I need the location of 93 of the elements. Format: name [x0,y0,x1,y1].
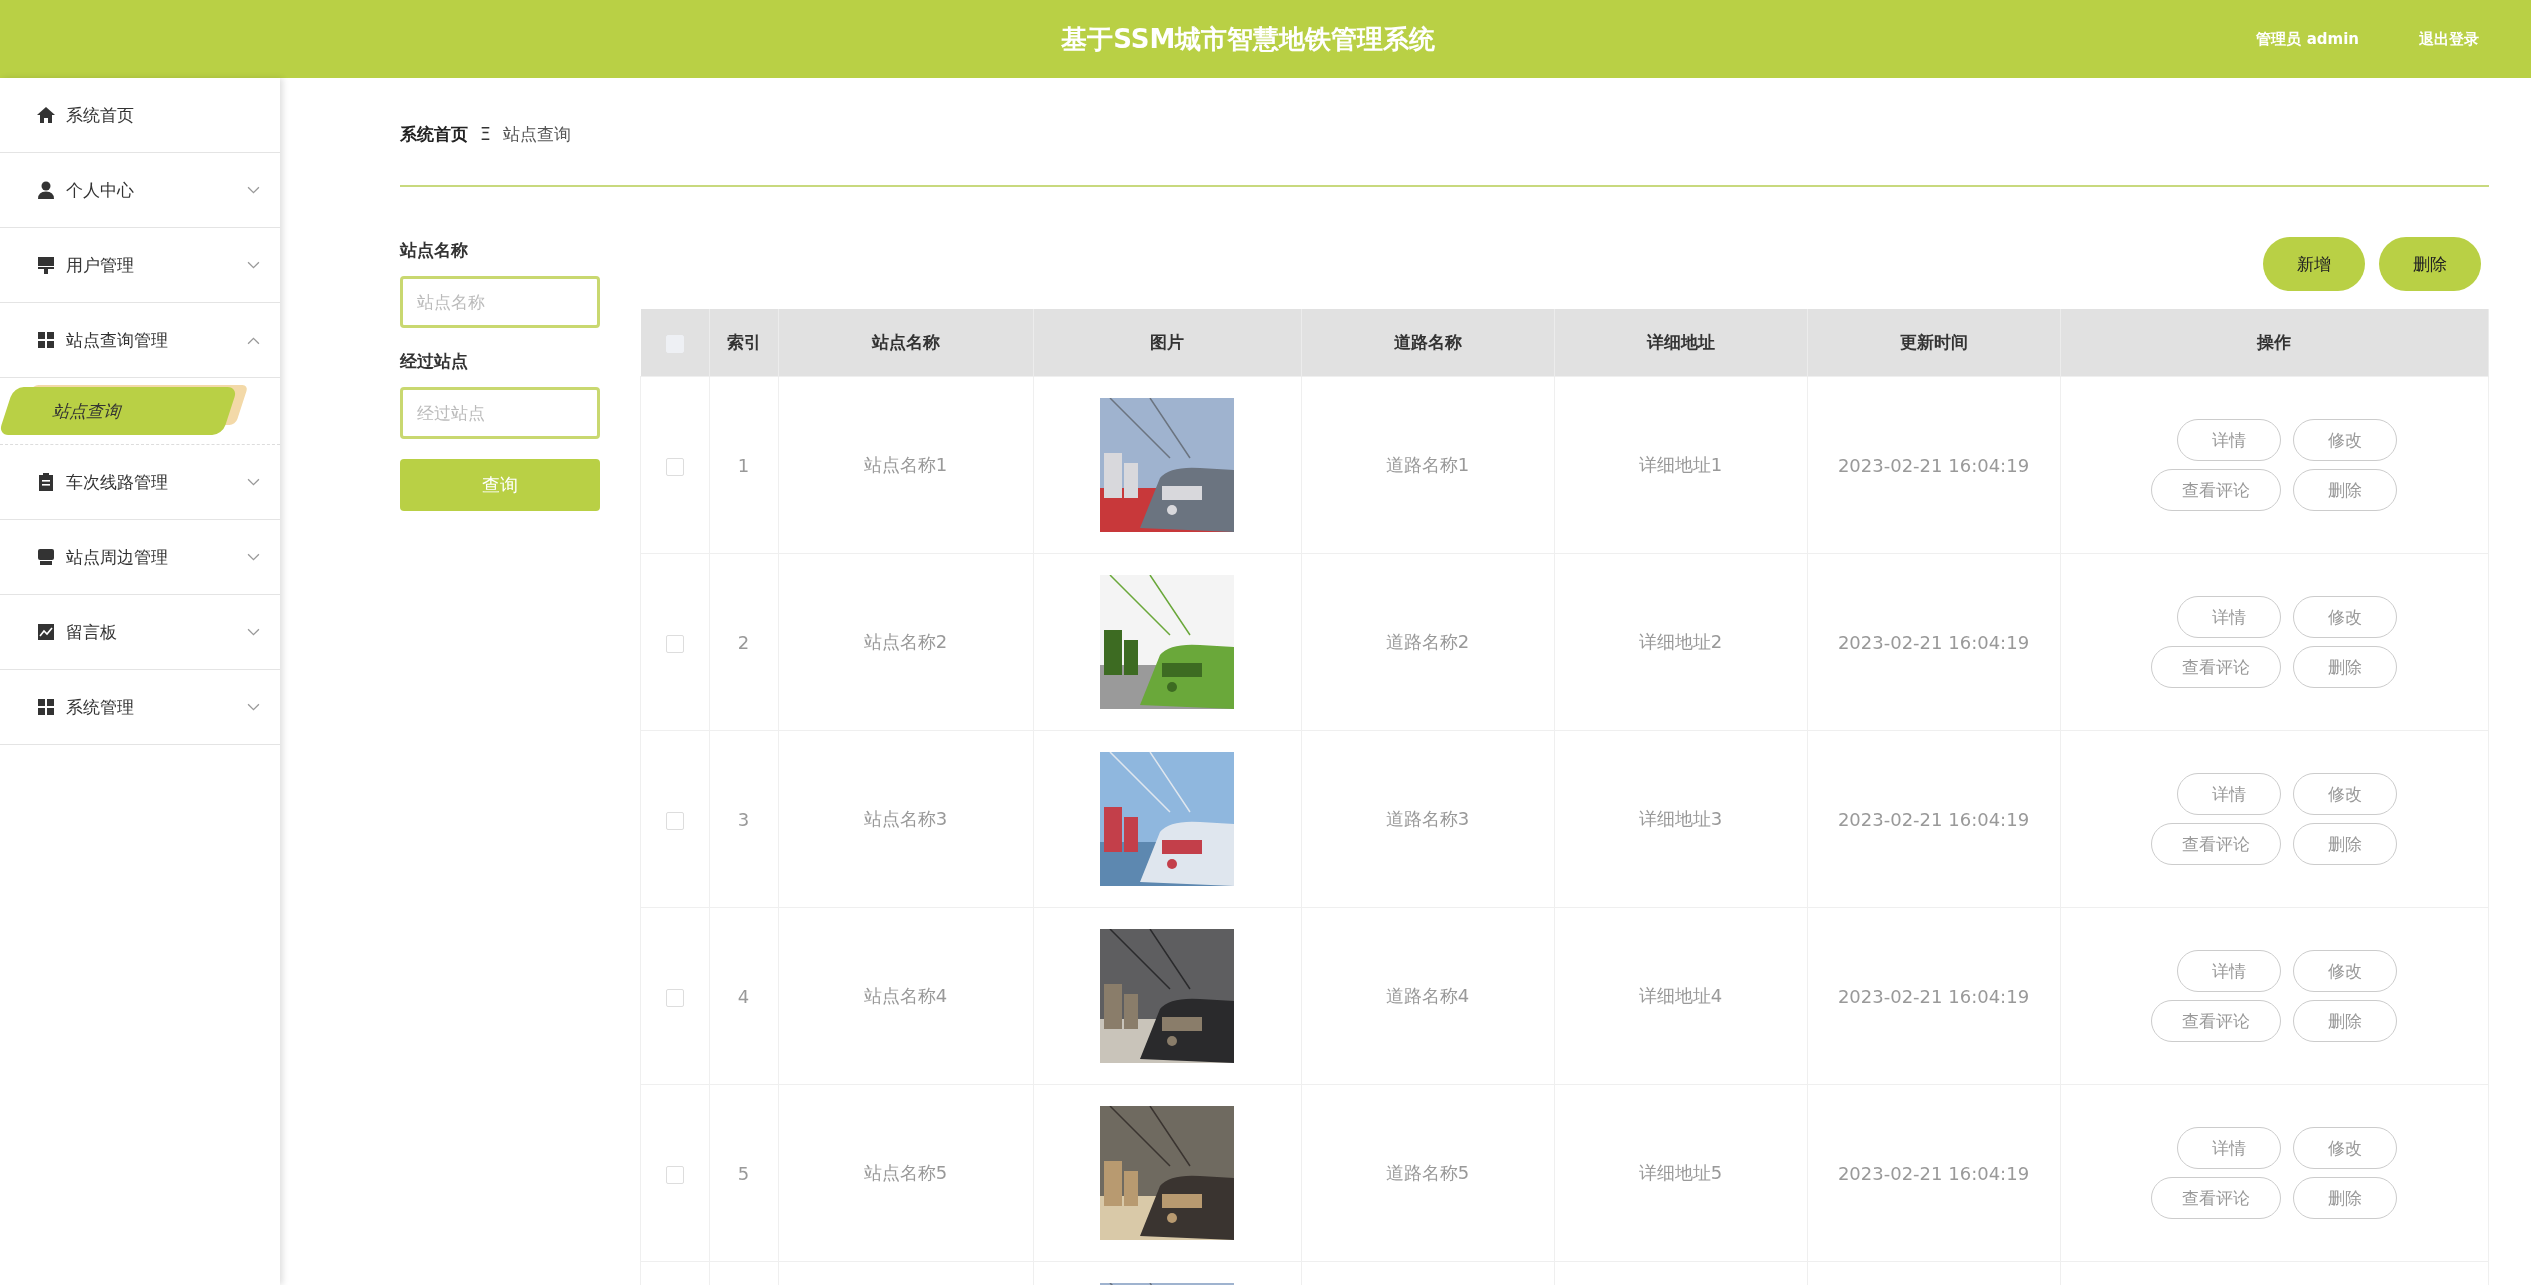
action-button[interactable]: 删除 [2293,823,2398,865]
column-header: 道路名称 [1393,332,1462,352]
row-checkbox[interactable] [665,1165,684,1184]
chevron-down-icon [247,627,260,637]
sign-icon [36,255,56,275]
field-label: 站点名称 [400,239,469,262]
logout-link[interactable]: 退出登录 [2419,29,2479,49]
action-button[interactable]: 修改 [2293,950,2398,992]
action-button[interactable]: 查看评论 [2151,823,2282,865]
grid-icon [36,697,56,717]
table-cell: 道路名称5 [1385,1162,1470,1183]
action-button[interactable]: 修改 [2293,419,2398,461]
column-header: 更新时间 [1899,332,1968,352]
breadcrumb-separator: Ξ [480,124,491,144]
row-checkbox[interactable] [665,457,684,476]
action-button[interactable]: 删除 [2293,646,2398,688]
sidebar-item[interactable]: 站点周边管理 [0,520,280,595]
chevron-down-icon [247,702,260,712]
sidebar-item[interactable]: 站点查询管理 [0,303,280,378]
chart-icon [36,622,56,642]
chevron-down-icon [247,552,260,562]
action-button[interactable]: 查看评论 [2151,469,2282,511]
chevron-up-icon [247,335,260,345]
column-header: 详细地址 [1646,332,1715,352]
table-cell: 道路名称1 [1385,454,1470,475]
user-label: 管理员 admin [2256,29,2359,49]
action-button[interactable]: 详情 [2177,950,2282,992]
column-header: 索引 [726,332,761,352]
table-cell: 详细地址3 [1638,808,1723,829]
action-button[interactable]: 删除 [2293,469,2398,511]
table-cell: 2023-02-21 16:04:19 [1837,808,2030,830]
grid-icon [36,330,56,350]
table-cell: 详细地址5 [1638,1162,1723,1183]
sidebar-item[interactable]: 系统首页 [0,78,280,153]
chevron-down-icon [247,185,260,195]
sidebar-item[interactable]: 车次线路管理 [0,445,280,520]
person-icon [36,180,56,200]
chevron-down-icon [247,260,260,270]
table-cell: 详细地址4 [1638,985,1723,1006]
action-button[interactable]: 详情 [2177,773,2282,815]
sidebar-item[interactable]: 个人中心 [0,153,280,228]
action-button[interactable]: 修改 [2293,1127,2398,1169]
search-button[interactable]: 查询 [400,459,600,511]
table-cell: 5 [737,1162,750,1184]
action-button[interactable]: 查看评论 [2151,1000,2282,1042]
table-cell: 道路名称3 [1385,808,1470,829]
input-field[interactable]: 站点名称 [400,276,600,328]
clipboard-icon [36,472,56,492]
table-cell: 1 [737,454,750,476]
table-cell: 2023-02-21 16:04:19 [1837,454,2030,476]
row-checkbox[interactable] [665,634,684,653]
column-header: 操作 [2257,332,2292,352]
monitor-icon [36,547,56,567]
row-checkbox[interactable] [665,811,684,830]
table-cell: 2023-02-21 16:04:19 [1837,985,2030,1007]
action-button[interactable]: 删除 [2293,1000,2398,1042]
sidebar-item[interactable]: 用户管理 [0,228,280,303]
action-button[interactable]: 查看评论 [2151,646,2282,688]
table-cell: 道路名称4 [1385,985,1470,1006]
home-icon [36,105,56,125]
column-header: 站点名称 [871,332,940,352]
breadcrumb-current: 站点查询 [502,122,571,146]
sidebar-item[interactable]: 留言板 [0,595,280,670]
add-button[interactable]: 新增 [2263,237,2365,291]
breadcrumb-link[interactable]: 系统首页 [400,122,468,146]
table-cell: 2023-02-21 16:04:19 [1837,1162,2030,1184]
table-cell: 站点名称3 [863,808,948,829]
chevron-down-icon [247,477,260,487]
table-cell: 2 [737,631,750,653]
app-title: 基于SSM城市智慧地铁管理系统 [1060,22,1437,56]
table-cell: 详细地址2 [1638,631,1723,652]
field-label: 经过站点 [400,350,469,373]
table-cell: 3 [737,808,750,830]
action-button[interactable]: 修改 [2293,596,2398,638]
table-cell: 2023-02-21 16:04:19 [1837,631,2030,653]
table-cell: 站点名称4 [863,985,948,1006]
row-checkbox[interactable] [665,988,684,1007]
table-cell: 详细地址1 [1638,454,1723,475]
action-button[interactable]: 修改 [2293,773,2398,815]
table-cell: 道路名称2 [1385,631,1470,652]
column-header: 图片 [1150,332,1184,352]
input-field[interactable]: 经过站点 [400,387,600,439]
delete-button[interactable]: 删除 [2379,237,2481,291]
action-button[interactable]: 删除 [2293,1177,2398,1219]
action-button[interactable]: 查看评论 [2151,1177,2282,1219]
table-cell: 站点名称1 [863,454,948,475]
table-cell: 4 [737,985,750,1007]
action-button[interactable]: 详情 [2177,596,2282,638]
table-cell: 站点名称2 [863,631,948,652]
action-button[interactable]: 详情 [2177,1127,2282,1169]
table-cell: 站点名称5 [863,1162,948,1183]
sidebar-item[interactable]: 系统管理 [0,670,280,745]
action-button[interactable]: 详情 [2177,419,2282,461]
